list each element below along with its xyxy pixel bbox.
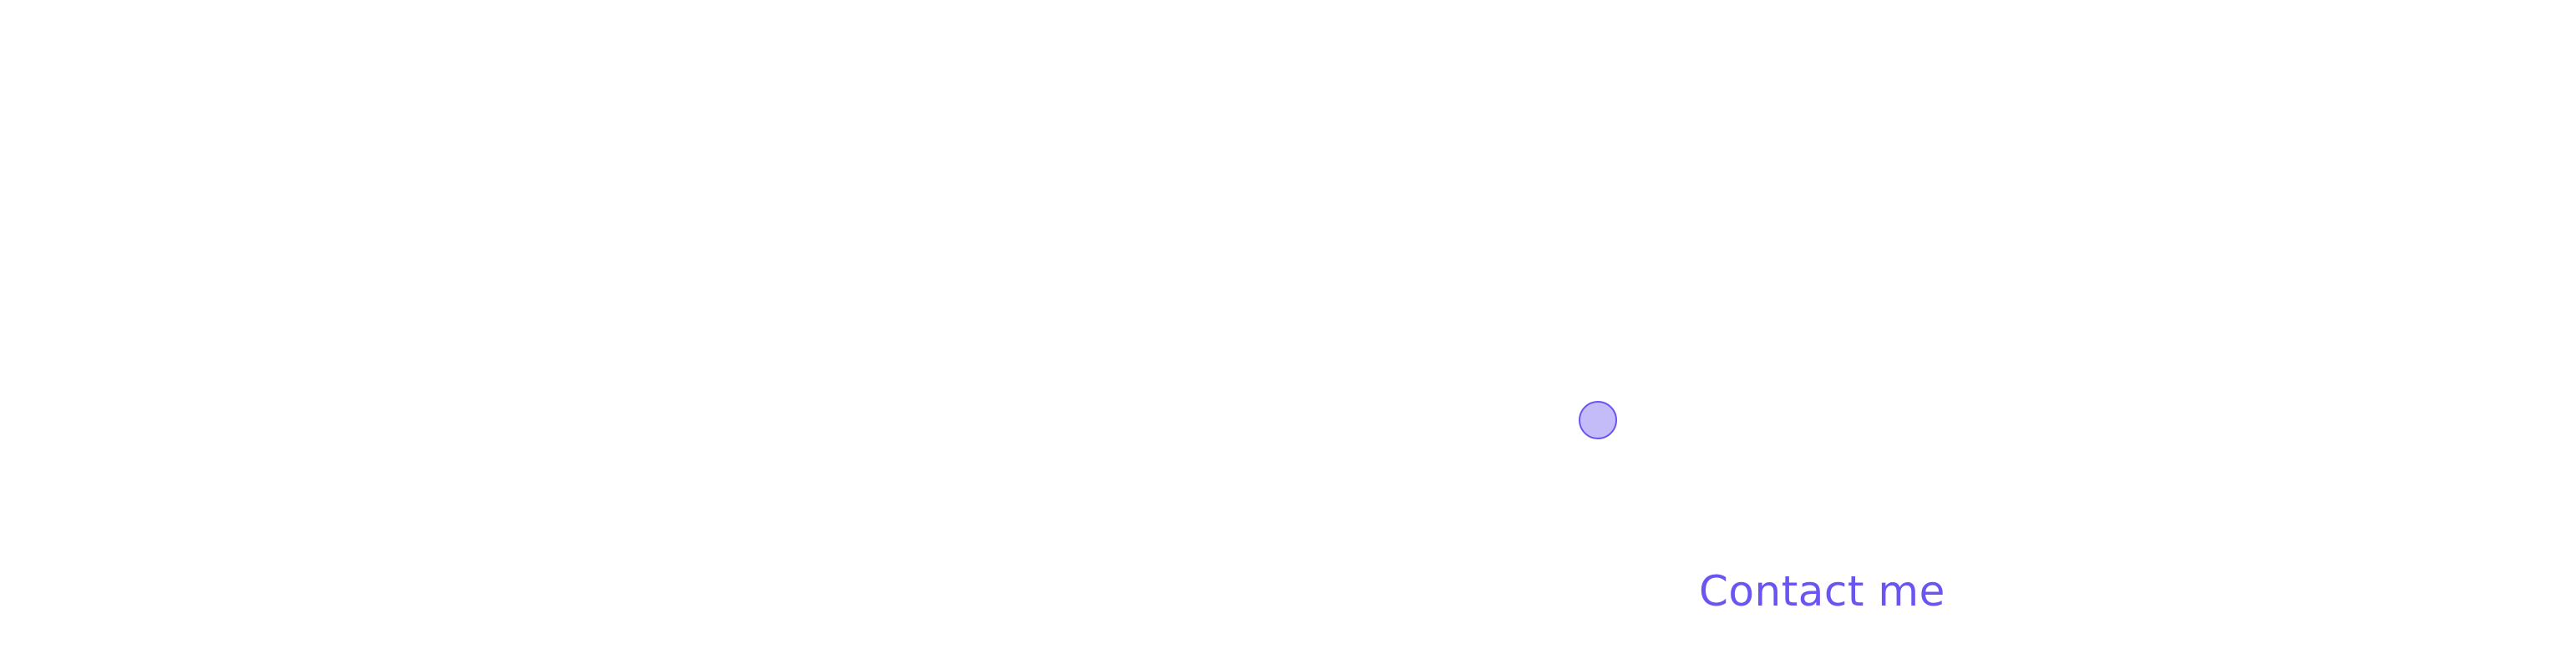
page: Contact me bbox=[0, 0, 2576, 654]
contact-me-link[interactable]: Contact me bbox=[1699, 566, 1945, 616]
cursor-dot-icon bbox=[1579, 401, 1617, 439]
